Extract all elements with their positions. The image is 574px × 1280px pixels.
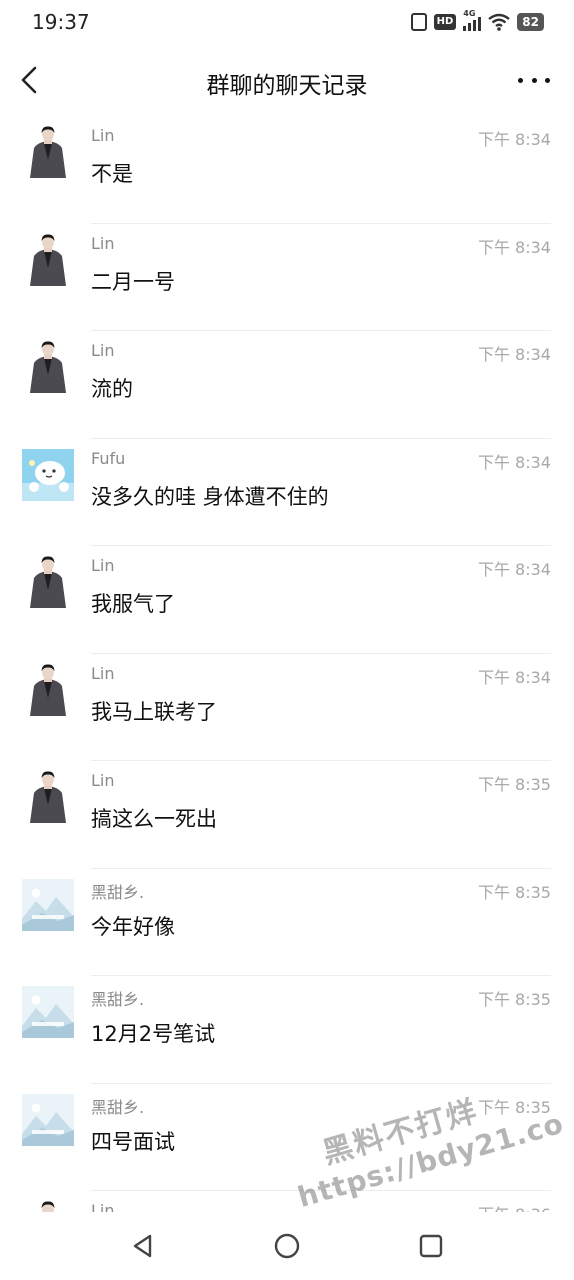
message-text: 我服气了 (91, 592, 175, 616)
message-time: 下午 8:36 (478, 1201, 551, 1212)
message-time: 下午 8:34 (477, 560, 551, 579)
avatar[interactable] (22, 771, 74, 823)
header: 群聊的聊天记录 (0, 44, 574, 116)
sender-name: Lin (91, 556, 115, 575)
message-text: 我马上联考了 (91, 699, 217, 724)
avatar[interactable] (22, 556, 74, 608)
message-item[interactable]: Lin 下午 8:34 二月一号 (0, 224, 574, 331)
sender-name: 黑甜乡. (91, 1097, 145, 1117)
avatar[interactable] (22, 986, 74, 1038)
message-item[interactable]: 黑甜乡. 下午 8:35 四号面试 (0, 1084, 574, 1191)
message-time: 下午 8:34 (477, 130, 551, 149)
avatar[interactable] (22, 663, 74, 716)
avatar[interactable] (22, 448, 74, 501)
message-time: 下午 8:34 (477, 667, 551, 687)
message-text: 今年好像 (91, 914, 175, 939)
sender-name: Fufu (91, 448, 126, 468)
nav-back-button[interactable] (129, 1232, 157, 1260)
message-time: 下午 8:35 (477, 1097, 551, 1117)
avatar[interactable] (22, 1201, 74, 1212)
message-item[interactable]: Lin 下午 8:36 (0, 1191, 574, 1212)
message-time: 下午 8:34 (477, 345, 551, 364)
message-text: 流的 (91, 377, 133, 401)
sender-name: Lin (91, 341, 115, 360)
message-time: 下午 8:35 (477, 775, 551, 794)
message-item[interactable]: 黑甜乡. 下午 8:35 今年好像 (0, 869, 574, 976)
sender-name: Lin (91, 663, 115, 683)
page-title: 群聊的聊天记录 (206, 73, 368, 99)
status-bar: 19:37 HD 4G 82 (0, 0, 574, 44)
hd-icon: HD (433, 14, 457, 30)
message-item[interactable]: Fufu 下午 8:34 没多久的哇 身体遭不住的 (0, 439, 574, 546)
avatar[interactable] (22, 341, 74, 393)
message-time: 下午 8:35 (477, 882, 551, 902)
sender-name: Lin (91, 771, 115, 790)
more-dot-icon (531, 77, 537, 83)
avatar[interactable] (22, 1093, 74, 1146)
status-time: 19:37 (32, 10, 90, 34)
triangle-back-icon (133, 1234, 152, 1258)
avatar[interactable] (22, 878, 74, 931)
nav-home-button[interactable] (273, 1232, 301, 1260)
message-text: 没多久的哇 身体遭不住的 (91, 484, 329, 509)
sender-name: 黑甜乡. (91, 882, 145, 902)
more-dot-icon (545, 77, 550, 83)
message-time: 下午 8:35 (477, 990, 551, 1009)
message-text: 二月一号 (91, 269, 175, 294)
message-item[interactable]: Lin 下午 8:35 搞这么一死出 (0, 761, 574, 869)
more-options-button[interactable] (518, 72, 550, 88)
message-text: 搞这么一死出 (91, 807, 217, 831)
message-item[interactable]: Lin 下午 8:34 不是 (0, 116, 574, 224)
status-icons: HD 4G 82 (410, 9, 544, 33)
message-time: 下午 8:34 (477, 452, 551, 472)
avatar[interactable] (22, 126, 74, 178)
battery-icon: 82 (517, 13, 544, 31)
message-text: 四号面试 (91, 1129, 175, 1154)
square-recents-icon (419, 1234, 443, 1258)
message-time: 下午 8:34 (477, 237, 551, 257)
message-item[interactable]: 黑甜乡. 下午 8:35 12月2号笔试 (0, 976, 574, 1084)
sender-name: Lin (91, 1201, 115, 1212)
message-item[interactable]: Lin 下午 8:34 流的 (0, 331, 574, 439)
system-nav-bar (0, 1212, 574, 1280)
message-text: 12月2号笔试 (91, 1022, 216, 1046)
network-type: 4G (463, 9, 476, 18)
message-item[interactable]: Lin 下午 8:34 我马上联考了 (0, 654, 574, 761)
nav-recents-button[interactable] (417, 1232, 445, 1260)
more-dot-icon (518, 77, 523, 83)
wifi-icon (488, 13, 511, 31)
cellular-signal-icon: 4G (463, 9, 482, 31)
sender-name: Lin (91, 126, 115, 145)
chat-record-list[interactable]: Lin 下午 8:34 不是 Lin 下午 8:34 二月一号 Lin 下午 8:34 流的 Fu… (0, 116, 574, 1212)
avatar[interactable] (22, 233, 74, 286)
message-text: 不是 (91, 162, 133, 186)
sender-name: Lin (91, 233, 115, 253)
vibrate-icon (410, 13, 427, 31)
circle-home-icon (274, 1233, 300, 1259)
message-item[interactable]: Lin 下午 8:34 我服气了 (0, 546, 574, 654)
sender-name: 黑甜乡. (91, 990, 145, 1009)
